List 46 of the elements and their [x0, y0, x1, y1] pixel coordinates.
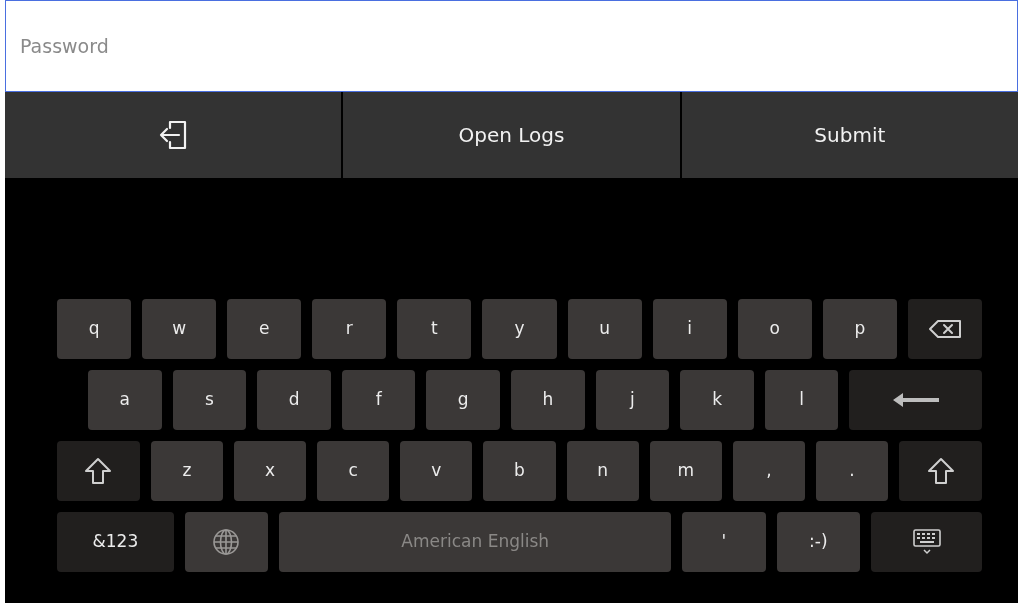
symbols-key[interactable]: &123: [57, 512, 174, 572]
keyboard-hide-icon: [911, 528, 942, 556]
key[interactable]: k: [680, 370, 754, 430]
key[interactable]: s: [172, 370, 247, 430]
key[interactable]: b: [483, 441, 556, 501]
action-button[interactable]: Open Logs: [343, 92, 680, 178]
key[interactable]: h: [511, 370, 585, 430]
key[interactable]: x: [234, 441, 307, 501]
exit-icon: [158, 118, 189, 152]
key[interactable]: m: [649, 441, 722, 501]
key[interactable]: .: [815, 441, 889, 501]
key[interactable]: ': [682, 512, 766, 572]
key[interactable]: z: [150, 441, 224, 501]
shift-icon: [83, 456, 114, 486]
key[interactable]: j: [595, 370, 670, 430]
key[interactable]: c: [317, 441, 390, 501]
key[interactable]: p: [822, 299, 897, 359]
key[interactable]: g: [426, 370, 501, 430]
backspace-icon: [928, 319, 962, 339]
key[interactable]: y: [482, 299, 557, 359]
shift-key[interactable]: [899, 441, 982, 501]
key[interactable]: ,: [732, 441, 805, 501]
key[interactable]: :-): [776, 512, 861, 572]
key[interactable]: l: [764, 370, 839, 430]
password-field[interactable]: Password: [5, 0, 1018, 92]
key[interactable]: q: [57, 299, 132, 359]
key[interactable]: a: [88, 370, 162, 430]
key[interactable]: u: [567, 299, 642, 359]
language-key[interactable]: [184, 512, 269, 572]
key[interactable]: f: [341, 370, 416, 430]
shift-icon: [925, 456, 956, 486]
key[interactable]: t: [397, 299, 472, 359]
key[interactable]: i: [652, 299, 727, 359]
key[interactable]: v: [400, 441, 473, 501]
enter-key[interactable]: [849, 370, 982, 430]
hide-keyboard-key[interactable]: [871, 512, 982, 572]
key[interactable]: r: [312, 299, 387, 359]
key[interactable]: d: [257, 370, 331, 430]
key[interactable]: e: [227, 299, 302, 359]
key[interactable]: w: [142, 299, 217, 359]
globe-icon: [211, 527, 242, 557]
action-button[interactable]: Submit: [681, 92, 1018, 178]
backspace-key[interactable]: [907, 299, 983, 359]
shift-key[interactable]: [57, 441, 140, 501]
key[interactable]: n: [566, 441, 639, 501]
key[interactable]: o: [737, 299, 812, 359]
